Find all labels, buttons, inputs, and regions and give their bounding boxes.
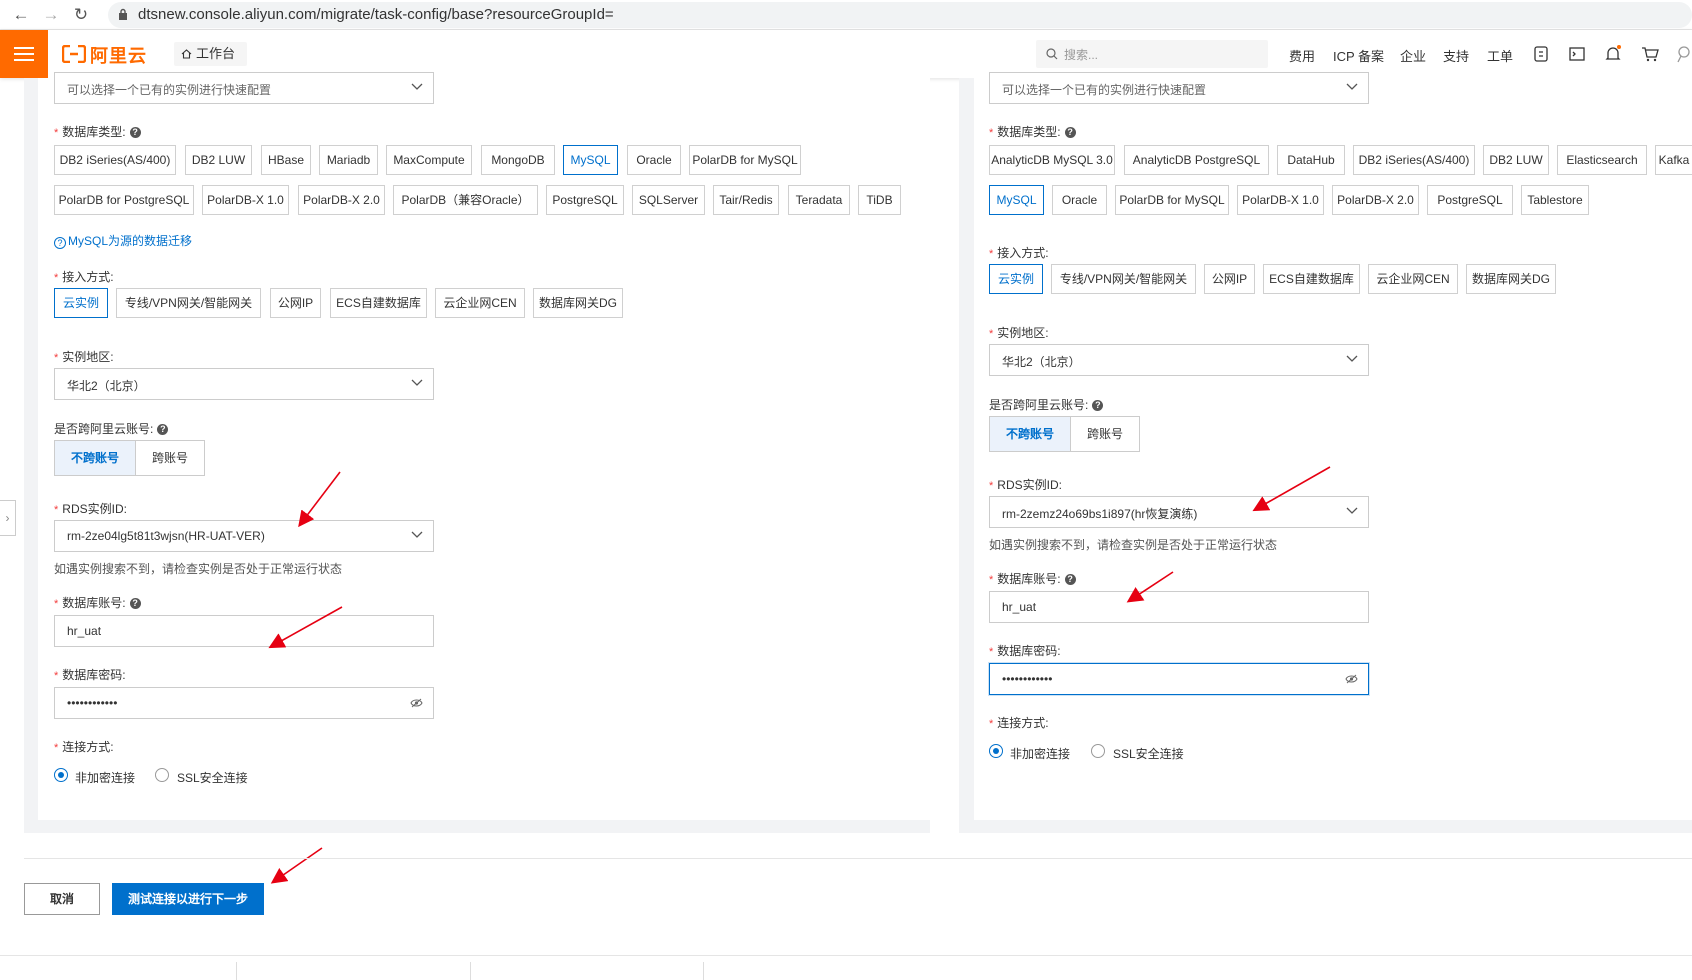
annotation-arrow <box>298 471 341 528</box>
test-connection-next-button[interactable]: 测试连接以进行下一步 <box>112 883 264 915</box>
annotation-arrow <box>1252 466 1331 512</box>
footer-divider <box>24 858 1692 859</box>
cancel-button[interactable]: 取消 <box>24 883 100 915</box>
annotation-arrow <box>270 847 323 884</box>
annotation-arrows <box>268 466 1331 884</box>
annotation-arrow <box>268 606 343 649</box>
annotation-arrow <box>1126 571 1174 603</box>
bottom-strip <box>0 955 1692 980</box>
